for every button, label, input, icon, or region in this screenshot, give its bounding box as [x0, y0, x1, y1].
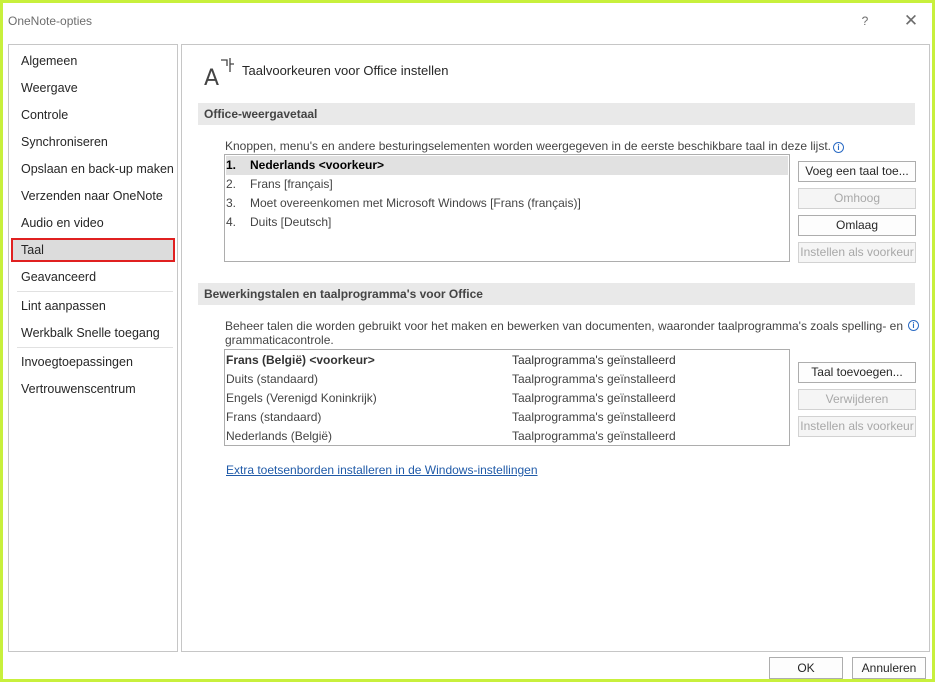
- list-item[interactable]: 3. Moet overeenkomen met Microsoft Windo…: [226, 194, 788, 213]
- sidebar-divider: [17, 347, 173, 348]
- sidebar-item-taal[interactable]: Taal: [11, 238, 175, 262]
- sidebar-item-algemeen[interactable]: Algemeen: [11, 49, 175, 73]
- set-preferred-editing-button[interactable]: Instellen als voorkeur: [798, 416, 916, 437]
- display-language-description-text: Knoppen, menu's en andere besturingselem…: [225, 139, 832, 153]
- info-icon[interactable]: i: [833, 142, 845, 153]
- status-cell: Taalprogramma's geïnstalleerd: [512, 391, 676, 405]
- status-cell: Taalprogramma's geïnstalleerd: [512, 429, 676, 443]
- sidebar-item-geavanceerd[interactable]: Geavanceerd: [11, 265, 175, 289]
- table-row[interactable]: Frans (standaard) Taalprogramma's geïnst…: [226, 408, 788, 427]
- sidebar-item-controle[interactable]: Controle: [11, 103, 175, 127]
- status-cell: Taalprogramma's geïnstalleerd: [512, 410, 676, 424]
- info-icon[interactable]: i: [908, 320, 919, 331]
- sidebar-item-vertrouwenscentrum[interactable]: Vertrouwenscentrum: [11, 377, 175, 401]
- display-language-list[interactable]: 1. Nederlands <voorkeur> 2. Frans [franç…: [224, 154, 790, 262]
- list-item[interactable]: 4. Duits [Deutsch]: [226, 213, 788, 232]
- sidebar-item-werkbalk[interactable]: Werkbalk Snelle toegang: [11, 321, 175, 345]
- svg-text:A: A: [204, 66, 219, 88]
- cancel-button[interactable]: Annuleren: [852, 657, 926, 679]
- list-item-number: 4.: [226, 215, 237, 229]
- install-keyboards-link[interactable]: Extra toetsenborden installeren in de Wi…: [226, 463, 538, 477]
- display-language-section-title: Office-weergavetaal: [198, 103, 915, 125]
- ok-button[interactable]: OK: [769, 657, 843, 679]
- table-row[interactable]: Frans (België) <voorkeur> Taalprogramma'…: [226, 351, 788, 370]
- help-icon[interactable]: ?: [853, 10, 877, 32]
- main-panel: A Taalvoorkeuren voor Office instellen O…: [181, 44, 930, 652]
- language-cell: Frans (standaard): [226, 410, 322, 424]
- sidebar-item-invoegtoepassingen[interactable]: Invoegtoepassingen: [11, 350, 175, 374]
- list-item-label: Nederlands <voorkeur>: [250, 158, 385, 172]
- add-editing-language-button[interactable]: Taal toevoegen...: [798, 362, 916, 383]
- page-title: Taalvoorkeuren voor Office instellen: [242, 63, 449, 78]
- sidebar-item-opslaan[interactable]: Opslaan en back-up maken: [11, 157, 175, 181]
- language-cell: Frans (België) <voorkeur>: [226, 353, 375, 367]
- sidebar-item-audio[interactable]: Audio en video: [11, 211, 175, 235]
- options-window: OneNote-opties ? ✕ Algemeen Weergave Con…: [0, 0, 935, 682]
- title-bar: OneNote-opties ? ✕: [3, 3, 932, 39]
- list-item-label: Frans [français]: [250, 177, 333, 191]
- list-item-label: Moet overeenkomen met Microsoft Windows …: [250, 196, 581, 210]
- table-row[interactable]: Duits (standaard) Taalprogramma's geïnst…: [226, 370, 788, 389]
- list-item-number: 1.: [226, 158, 237, 172]
- sidebar-item-synchroniseren[interactable]: Synchroniseren: [11, 130, 175, 154]
- sidebar-item-weergave[interactable]: Weergave: [11, 76, 175, 100]
- sidebar: Algemeen Weergave Controle Synchronisere…: [8, 44, 178, 652]
- display-language-description: Knoppen, menu's en andere besturingselem…: [225, 139, 845, 153]
- language-cell: Engels (Verenigd Koninkrijk): [226, 391, 377, 405]
- sidebar-item-lint[interactable]: Lint aanpassen: [11, 294, 175, 318]
- move-up-button[interactable]: Omhoog: [798, 188, 916, 209]
- editing-language-section-title: Bewerkingstalen en taalprogramma's voor …: [198, 283, 915, 305]
- close-icon[interactable]: ✕: [899, 10, 923, 32]
- table-row[interactable]: Nederlands (België) Taalprogramma's geïn…: [226, 427, 788, 446]
- editing-language-list[interactable]: Frans (België) <voorkeur> Taalprogramma'…: [224, 349, 790, 446]
- add-display-language-button[interactable]: Voeg een taal toe...: [798, 161, 916, 182]
- editing-language-description-line2: grammaticacontrole.: [225, 333, 334, 347]
- list-item[interactable]: 2. Frans [français]: [226, 175, 788, 194]
- editing-language-description-line1: Beheer talen die worden gebruikt voor he…: [225, 319, 904, 333]
- status-cell: Taalprogramma's geïnstalleerd: [512, 353, 676, 367]
- set-preferred-display-button[interactable]: Instellen als voorkeur: [798, 242, 916, 263]
- language-cell: Nederlands (België): [226, 429, 333, 443]
- list-item-number: 2.: [226, 177, 237, 191]
- list-item-number: 3.: [226, 196, 237, 210]
- language-cell: Duits (standaard): [226, 372, 319, 386]
- list-item-label: Duits [Deutsch]: [250, 215, 332, 229]
- language-icon: A: [204, 58, 234, 88]
- list-item[interactable]: 1. Nederlands <voorkeur>: [226, 156, 788, 175]
- remove-language-button[interactable]: Verwijderen: [798, 389, 916, 410]
- move-down-button[interactable]: Omlaag: [798, 215, 916, 236]
- sidebar-divider: [17, 291, 173, 292]
- table-row[interactable]: Engels (Verenigd Koninkrijk) Taalprogram…: [226, 389, 788, 408]
- sidebar-item-verzenden[interactable]: Verzenden naar OneNote: [11, 184, 175, 208]
- window-title: OneNote-opties: [8, 14, 93, 28]
- status-cell: Taalprogramma's geïnstalleerd: [512, 372, 676, 386]
